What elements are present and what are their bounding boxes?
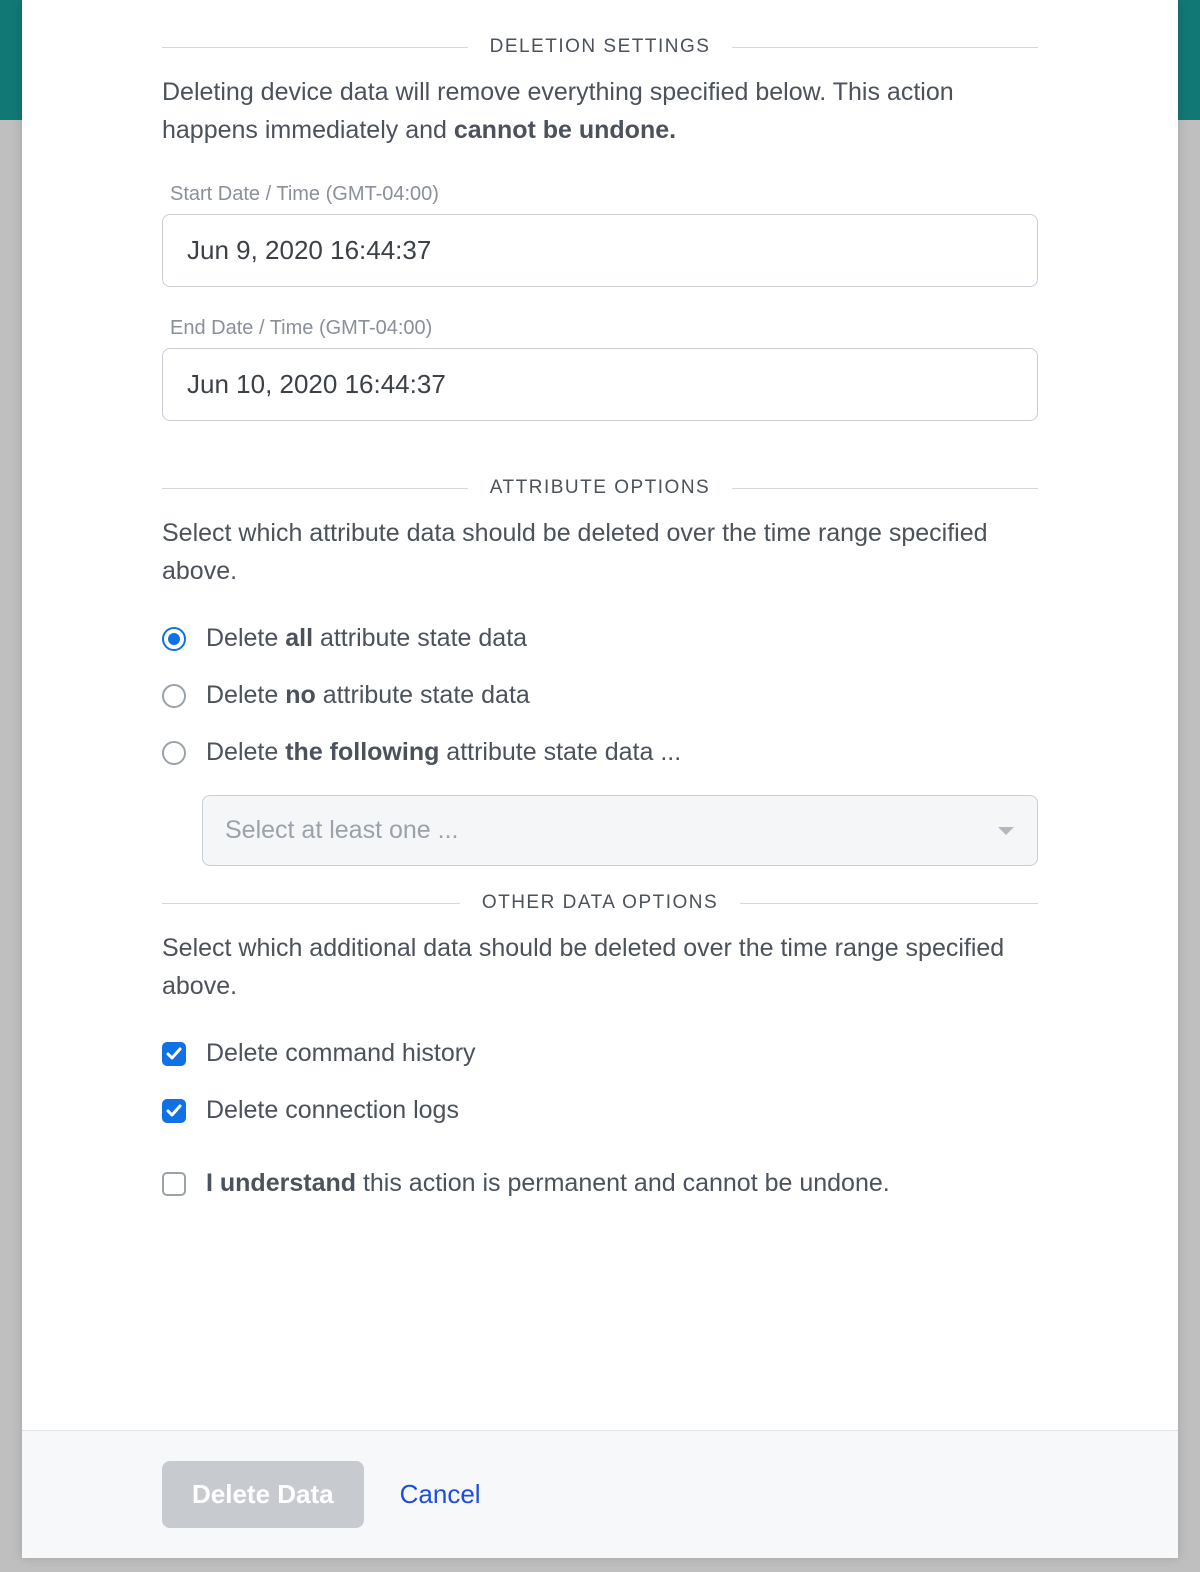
radio-following[interactable] (162, 741, 186, 765)
divider (732, 47, 1038, 48)
divider (732, 488, 1038, 489)
other-description: Select which additional data should be d… (162, 930, 1038, 1005)
section-header-attribute: ATTRIBUTE OPTIONS (162, 477, 1038, 499)
section-title: ATTRIBUTE OPTIONS (490, 477, 710, 499)
section-header-other: OTHER DATA OPTIONS (162, 892, 1038, 914)
check-icon (166, 1103, 182, 1119)
checkbox-confirm[interactable] (162, 1172, 186, 1196)
start-date-input[interactable] (162, 214, 1038, 287)
delete-data-modal: DELETION SETTINGS Deleting device data w… (22, 0, 1178, 1558)
checkbox-row-conn-logs[interactable]: Delete connection logs (162, 1096, 1038, 1125)
deletion-description: Deleting device data will remove everyth… (162, 74, 1038, 149)
modal-body: DELETION SETTINGS Deleting device data w… (22, 0, 1178, 1430)
radio-none-label: Delete no attribute state data (206, 681, 530, 710)
chevron-down-icon (997, 825, 1015, 837)
checkbox-row-cmd-history[interactable]: Delete command history (162, 1039, 1038, 1068)
start-date-label: Start Date / Time (GMT-04:00) (170, 183, 1038, 206)
checkbox-row-confirm[interactable]: I understand this action is permanent an… (162, 1169, 1038, 1198)
checkbox-conn-logs[interactable] (162, 1099, 186, 1123)
radio-following-label: Delete the following attribute state dat… (206, 738, 681, 767)
attribute-select[interactable]: Select at least one ... (202, 795, 1038, 866)
section-title: DELETION SETTINGS (490, 36, 711, 58)
attribute-select-placeholder: Select at least one ... (225, 816, 458, 845)
section-title: OTHER DATA OPTIONS (482, 892, 718, 914)
end-date-label: End Date / Time (GMT-04:00) (170, 317, 1038, 340)
radio-all-label: Delete all attribute state data (206, 624, 527, 653)
modal-footer: Delete Data Cancel (22, 1430, 1178, 1558)
modal-overlay: DELETION SETTINGS Deleting device data w… (0, 0, 1200, 1572)
divider (162, 47, 468, 48)
delete-data-button[interactable]: Delete Data (162, 1461, 364, 1528)
confirm-label: I understand this action is permanent an… (206, 1169, 890, 1198)
radio-row-following[interactable]: Delete the following attribute state dat… (162, 738, 1038, 767)
attribute-description: Select which attribute data should be de… (162, 515, 1038, 590)
cancel-button[interactable]: Cancel (400, 1479, 481, 1510)
radio-row-none[interactable]: Delete no attribute state data (162, 681, 1038, 710)
check-icon (166, 1046, 182, 1062)
end-date-input[interactable] (162, 348, 1038, 421)
checkbox-conn-logs-label: Delete connection logs (206, 1096, 459, 1125)
deletion-description-bold: cannot be undone. (454, 116, 676, 144)
radio-none[interactable] (162, 684, 186, 708)
divider (162, 488, 468, 489)
divider (740, 903, 1038, 904)
section-header-deletion: DELETION SETTINGS (162, 36, 1038, 58)
divider (162, 903, 460, 904)
radio-all[interactable] (162, 627, 186, 651)
radio-row-all[interactable]: Delete all attribute state data (162, 624, 1038, 653)
checkbox-cmd-history-label: Delete command history (206, 1039, 476, 1068)
checkbox-cmd-history[interactable] (162, 1042, 186, 1066)
